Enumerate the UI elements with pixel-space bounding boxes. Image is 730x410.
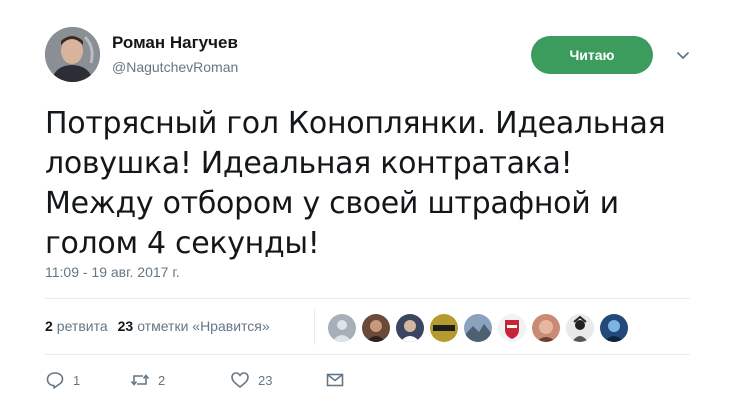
liker-avatar[interactable] bbox=[566, 314, 594, 342]
like-count: 23 bbox=[258, 372, 273, 388]
reply-icon bbox=[46, 372, 64, 389]
divider-top bbox=[45, 298, 690, 299]
retweets-label: ретвита bbox=[56, 318, 108, 334]
like-button[interactable]: 23 bbox=[230, 370, 325, 390]
liker-avatar[interactable] bbox=[362, 314, 390, 342]
liker-avatar[interactable] bbox=[396, 314, 424, 342]
likes-label: отметки «Нравится» bbox=[137, 318, 270, 334]
retweet-button[interactable]: 2 bbox=[130, 370, 230, 390]
tweet-text: Потрясный гол Коноплянки. Идеальная лову… bbox=[45, 106, 666, 261]
liker-avatar[interactable] bbox=[532, 314, 560, 342]
author-avatar[interactable] bbox=[45, 27, 100, 82]
likers-avatars bbox=[328, 314, 634, 342]
retweet-count: 2 bbox=[158, 372, 166, 388]
reply-count: 1 bbox=[73, 372, 81, 388]
stats-separator bbox=[314, 309, 315, 345]
liker-avatar[interactable] bbox=[328, 314, 356, 342]
tweet-actions: 1 2 23 bbox=[45, 370, 345, 390]
retweets-count: 2 bbox=[45, 318, 53, 334]
envelope-icon bbox=[326, 373, 344, 387]
chevron-down-icon[interactable] bbox=[674, 48, 692, 64]
follow-button[interactable]: Читаю bbox=[531, 36, 653, 74]
likes-stat[interactable]: 23 отметки «Нравится» bbox=[118, 318, 270, 334]
liker-avatar[interactable] bbox=[600, 314, 628, 342]
retweets-stat[interactable]: 2 ретвита bbox=[45, 318, 108, 334]
tweet-timestamp[interactable]: 11:09 - 19 авг. 2017 г. bbox=[45, 264, 180, 280]
liker-avatar[interactable] bbox=[498, 314, 526, 342]
author-handle[interactable]: @NagutchevRoman bbox=[112, 59, 238, 75]
divider-bottom bbox=[45, 354, 690, 355]
liker-avatar[interactable] bbox=[464, 314, 492, 342]
direct-message-button[interactable] bbox=[325, 370, 345, 390]
heart-icon bbox=[231, 372, 249, 388]
reply-button[interactable]: 1 bbox=[45, 370, 130, 390]
engagement-stats: 2 ретвита 23 отметки «Нравится» bbox=[45, 318, 280, 334]
liker-avatar[interactable] bbox=[430, 314, 458, 342]
likes-count: 23 bbox=[117, 318, 134, 334]
retweet-icon bbox=[130, 374, 150, 386]
author-name[interactable]: Роман Нагучев bbox=[112, 33, 238, 53]
